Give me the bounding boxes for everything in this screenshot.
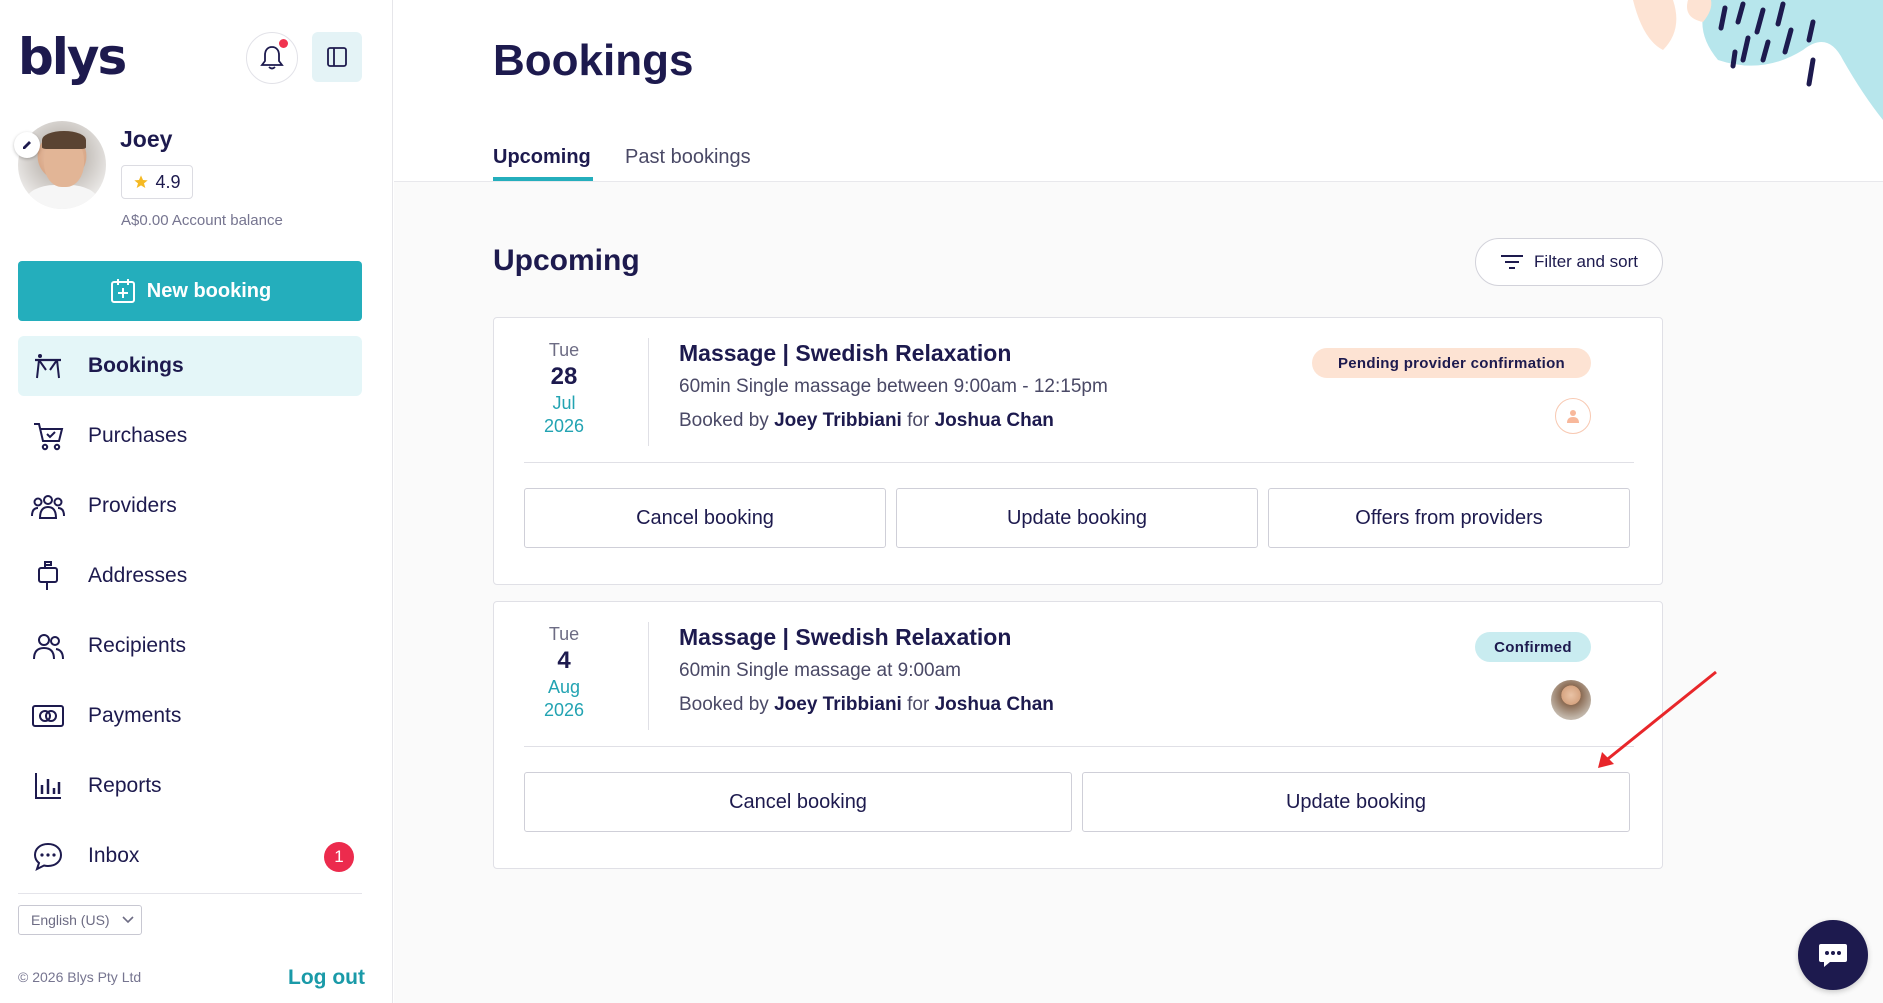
new-booking-button[interactable]: New booking [18,261,362,321]
cart-icon [28,416,68,456]
page-title: Bookings [493,36,694,85]
sidebar-item-reports[interactable]: Reports [18,756,362,816]
booking-day: 28 [550,363,578,390]
sidebar-divider [18,893,362,894]
booking-date: Tue 4 Aug 2026 [504,624,624,721]
copyright-text: © 2026 Blys Pty Ltd [18,969,142,985]
notification-dot [279,39,288,48]
star-icon [134,175,149,188]
sidebar-item-providers[interactable]: Providers [18,476,362,536]
filter-sort-button[interactable]: Filter and sort [1475,238,1663,286]
active-tab-indicator [493,177,593,181]
status-badge: Confirmed [1475,632,1591,662]
sidebar-item-label: Reports [88,774,162,797]
section-title: Upcoming [493,244,640,277]
main-content: Bookings Upcoming Past bookings Upcoming… [394,0,1883,1003]
user-name: Joey [120,126,173,152]
massage-table-icon [28,346,68,386]
new-booking-label: New booking [146,279,272,302]
cancel-booking-button[interactable]: Cancel booking [524,772,1072,832]
cancel-booking-button[interactable]: Cancel booking [524,488,886,548]
sidebar-item-recipients[interactable]: Recipients [18,616,362,676]
card-divider [524,746,1634,747]
rating-value: 4.9 [155,171,181,192]
sidebar-item-purchases[interactable]: Purchases [18,406,362,466]
booker-name: Joey Tribbiani [774,410,902,431]
tab-upcoming[interactable]: Upcoming [493,146,591,169]
language-value: English (US) [31,912,110,928]
booking-description: 60min Single massage between 9:00am - 12… [679,376,1108,397]
chat-icon [1819,944,1847,967]
sidebar-item-payments[interactable]: Payments [18,686,362,746]
booking-weekday: Tue [548,624,580,644]
red-annotation-arrow [1598,670,1717,768]
booking-booked-by: Booked by Joey Tribbiani for Joshua Chan [679,694,1054,715]
sidebar-panel-icon [327,47,347,67]
sidebar-item-bookings[interactable]: Bookings [18,336,362,396]
blys-logo[interactable]: blys [18,28,127,86]
booking-date: Tue 28 Jul 2026 [504,340,624,437]
language-select[interactable]: English (US) [18,905,142,935]
offers-from-providers-button[interactable]: Offers from providers [1268,488,1630,548]
booking-month: Jul [552,393,576,413]
booking-description: 60min Single massage at 9:00am [679,660,961,681]
sidebar-item-label: Recipients [88,634,187,657]
chat-support-button[interactable] [1798,920,1868,990]
filter-sort-label: Filter and sort [1534,252,1638,271]
card-divider [524,462,1634,463]
provider-avatar[interactable] [1551,680,1591,720]
account-balance: A$0.00 Account balance [121,212,283,229]
bar-chart-icon [28,766,68,806]
sidebar: blys Joey 4.9 A$0.00 Account balance New… [0,0,393,1003]
rating-badge: 4.9 [121,165,193,199]
sidebar-item-label: Bookings [88,354,184,377]
calendar-plus-icon [110,279,135,303]
date-divider [648,622,649,730]
chat-bubble-icon [28,836,68,876]
provider-placeholder-icon [1555,398,1591,434]
sidebar-item-label: Providers [88,494,177,517]
booking-month: Aug [547,677,581,697]
logout-link[interactable]: Log out [288,966,365,990]
booking-title[interactable]: Massage | Swedish Relaxation [679,624,1011,651]
booking-booked-by: Booked by Joey Tribbiani for Joshua Chan [679,410,1054,431]
recipient-name: Joshua Chan [934,410,1054,431]
booking-year: 2026 [543,700,585,720]
notifications-button[interactable] [246,32,298,84]
sidebar-item-label: Inbox [88,844,140,867]
update-booking-button[interactable]: Update booking [896,488,1258,548]
page-header: Bookings Upcoming Past bookings [394,0,1883,182]
sidebar-item-inbox[interactable]: Inbox 1 [18,826,362,886]
edit-avatar-button[interactable] [14,132,40,158]
update-booking-button[interactable]: Update booking [1082,772,1630,832]
filter-icon [1501,255,1524,269]
decorative-shapes [1633,0,1883,120]
tab-past-bookings[interactable]: Past bookings [625,146,751,169]
sidebar-item-label: Addresses [88,564,188,587]
recipient-name: Joshua Chan [934,694,1054,715]
booking-card: Tue 4 Aug 2026 Massage | Swedish Relaxat… [493,601,1663,869]
mailbox-icon [28,556,68,596]
booking-day: 4 [557,647,571,674]
sidebar-item-addresses[interactable]: Addresses [18,546,362,606]
booking-year: 2026 [543,416,585,436]
sidebar-item-label: Payments [88,704,182,727]
date-divider [648,338,649,446]
sidebar-item-label: Purchases [88,424,188,447]
booking-card: Tue 28 Jul 2026 Massage | Swedish Relaxa… [493,317,1663,585]
toggle-sidebar-button[interactable] [312,32,362,82]
bell-icon [260,46,284,70]
people-group-icon [28,486,68,526]
booking-title[interactable]: Massage | Swedish Relaxation [679,340,1011,367]
chevron-down-icon [122,916,134,924]
booker-name: Joey Tribbiani [774,694,902,715]
pencil-icon [23,141,31,149]
users-icon [28,626,68,666]
money-icon [28,696,68,736]
booking-weekday: Tue [548,340,580,360]
inbox-count-badge: 1 [324,842,354,872]
status-badge: Pending provider confirmation [1312,348,1591,378]
